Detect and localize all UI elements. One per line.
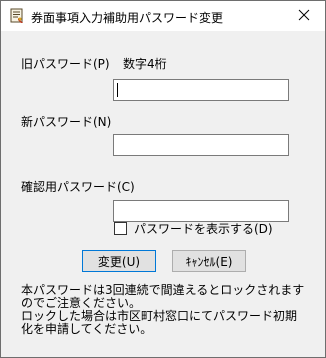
show-password-label: パスワードを表示する(D) xyxy=(134,221,273,236)
lock-notice: 本パスワードは3回連続で間違えるとロックされます のでご注意ください。 ロックし… xyxy=(21,284,317,336)
title-bar[interactable]: 券面事項入力補助用パスワード変更 xyxy=(1,1,325,31)
old-password-field[interactable] xyxy=(113,79,289,101)
new-password-field[interactable] xyxy=(113,134,289,156)
old-password-label: 旧パスワード(P) xyxy=(21,57,110,71)
close-icon xyxy=(298,9,310,24)
close-button[interactable] xyxy=(283,1,325,31)
show-password-option[interactable]: パスワードを表示する(D) xyxy=(114,220,273,236)
window-title: 券面事項入力補助用パスワード変更 xyxy=(31,11,224,25)
show-password-checkbox[interactable] xyxy=(114,221,127,235)
confirm-password-label: 確認用パスワード(C) xyxy=(21,180,135,194)
old-password-hint: 数字4桁 xyxy=(123,57,167,71)
text-caret xyxy=(117,83,118,97)
cancel-button[interactable]: ｷｬﾝｾﾙ(E) xyxy=(172,250,246,272)
notice-line: 化を申請してください。 xyxy=(21,322,153,336)
password-change-dialog: 券面事項入力補助用パスワード変更 旧パスワード(P) 数字4桁 新パスワード(N… xyxy=(0,0,326,358)
certificate-app-icon xyxy=(9,8,25,24)
change-button[interactable]: 変更(U) xyxy=(82,250,156,272)
new-password-label: 新パスワード(N) xyxy=(21,115,112,129)
